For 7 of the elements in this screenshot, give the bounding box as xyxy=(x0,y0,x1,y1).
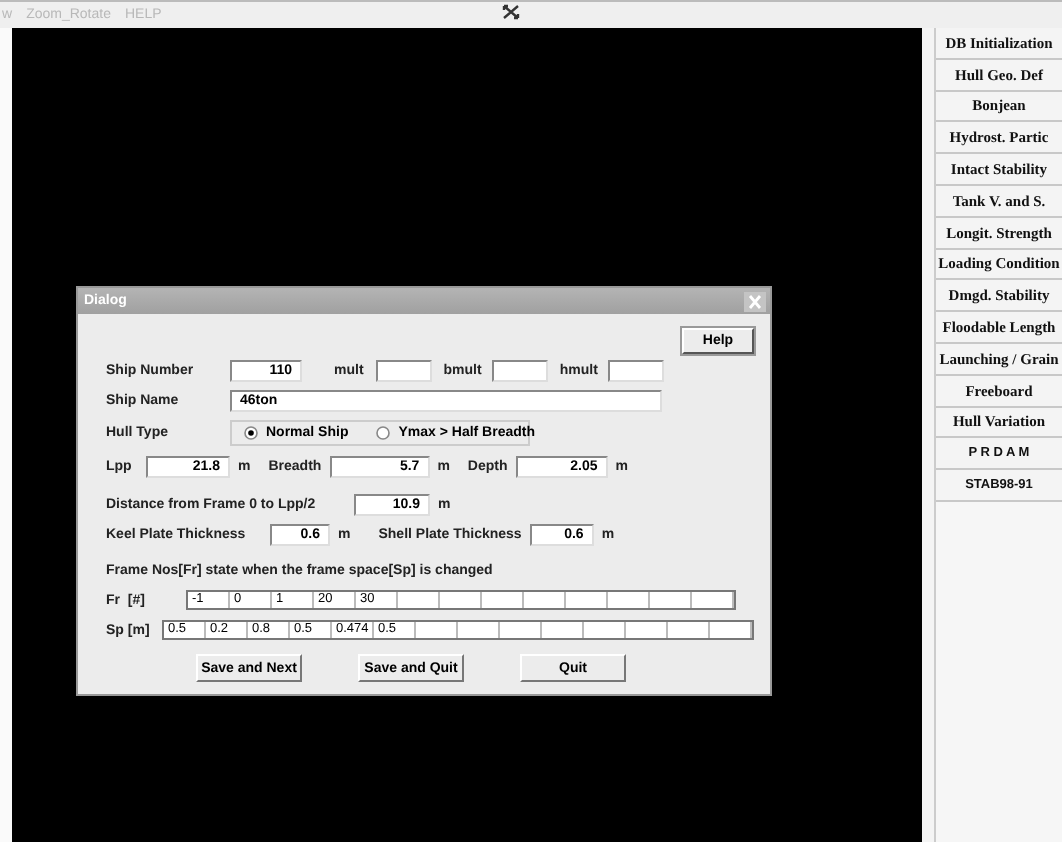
input-field[interactable] xyxy=(491,359,548,381)
input-field[interactable] xyxy=(375,359,432,381)
cursor-icon xyxy=(502,4,520,20)
radio-button[interactable] xyxy=(244,426,258,440)
input-field[interactable] xyxy=(607,359,664,381)
radio-button[interactable] xyxy=(376,426,391,440)
close-icon[interactable] xyxy=(744,291,766,311)
